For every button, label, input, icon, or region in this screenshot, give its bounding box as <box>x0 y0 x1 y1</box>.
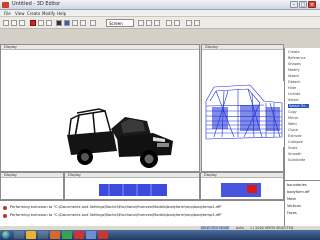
sidebar-item-smooth[interactable]: Smooth <box>288 152 302 156</box>
object-item[interactable]: bodyform.dff <box>287 190 310 194</box>
new-file-icon[interactable] <box>3 20 9 26</box>
viewport-main[interactable]: Display <box>0 44 200 172</box>
sidebar-item-select[interactable]: Select <box>288 98 299 102</box>
percent-snap-icon[interactable] <box>154 20 160 26</box>
redo-icon[interactable] <box>46 20 52 26</box>
taskbar-app-icon[interactable] <box>86 231 96 239</box>
sidebar-item-weld[interactable]: Weld <box>288 122 297 126</box>
viewport-bottom-mid-header: Display <box>65 173 199 178</box>
console-line: Performing extrusion to "C:\Documents an… <box>10 205 223 209</box>
sidebar-item-clone[interactable]: Clone <box>288 128 298 132</box>
perspective-wireframe <box>221 183 261 197</box>
viewport-right[interactable]: Display <box>201 44 284 172</box>
save-icon[interactable] <box>19 20 25 26</box>
sidebar-item-copy[interactable]: Copy <box>288 110 297 114</box>
maximize-button[interactable]: □ <box>299 1 307 8</box>
toolbar: Screen <box>0 17 320 29</box>
top-view-wireframe <box>99 184 167 196</box>
taskbar-app-icon[interactable] <box>74 231 84 239</box>
sidebar-item-reference[interactable]: Reference <box>288 56 306 60</box>
viewport-right-header: Display <box>202 45 283 50</box>
angle-snap-icon[interactable] <box>146 20 152 26</box>
sidebar-item-unhide[interactable]: Unhide <box>288 92 300 96</box>
warning-icon <box>3 206 7 210</box>
object-item[interactable]: Mesh <box>287 197 296 201</box>
viewport-top-header: Display <box>1 173 63 178</box>
coordinate-combo[interactable]: Screen <box>106 19 134 27</box>
object-list-panel: boundaries bodyform.dff Mesh Vertices Fa… <box>284 180 320 226</box>
align-icon[interactable] <box>174 20 180 26</box>
wireframe-render <box>204 81 284 147</box>
minimize-button[interactable]: – <box>290 1 298 8</box>
sidebar-item-detach[interactable]: Detach <box>288 80 301 84</box>
taskbar-app-icon[interactable] <box>98 231 108 239</box>
menu-bar: File View Create Modify Help <box>0 10 320 17</box>
viewport-bottom-mid[interactable]: Display <box>64 172 200 200</box>
sidebar-item-modify[interactable]: Modify <box>288 68 300 72</box>
taskbar-app-icon[interactable] <box>26 231 36 239</box>
sidebar-item-attach[interactable]: Attach <box>288 74 299 78</box>
record-icon[interactable] <box>30 20 36 26</box>
object-item[interactable]: Faces <box>287 211 297 215</box>
taskbar <box>0 230 320 240</box>
undo-icon[interactable] <box>38 20 44 26</box>
sidebar-item-extrude[interactable]: Extrude <box>288 134 302 138</box>
sidebar-item-shapes[interactable]: Shapes <box>288 62 301 66</box>
taskbar-app-icon[interactable] <box>62 231 72 239</box>
sidebar-item-create[interactable]: Create <box>288 50 300 54</box>
sidebar-item-select-tri[interactable]: Select Tri... <box>288 104 310 108</box>
move-icon[interactable] <box>64 20 70 26</box>
sidebar-item-scale[interactable]: Scale <box>288 146 297 150</box>
material-icon[interactable] <box>186 20 192 26</box>
viewport-perspective[interactable]: Display <box>200 172 284 200</box>
taskbar-app-icon[interactable] <box>14 231 24 239</box>
object-item[interactable]: boundaries <box>287 183 307 187</box>
close-button[interactable]: × <box>308 1 316 8</box>
window-title: Untitled - 3D Editor <box>12 1 61 7</box>
rotate-icon[interactable] <box>72 20 78 26</box>
sidebar-item-subdivide[interactable]: Subdivide <box>288 158 305 162</box>
select-icon[interactable] <box>56 20 62 26</box>
menu-file[interactable]: File <box>4 10 11 17</box>
snap-icon[interactable] <box>138 20 144 26</box>
menu-view[interactable]: View <box>15 10 25 17</box>
link-icon[interactable] <box>90 20 96 26</box>
menu-modify[interactable]: Modify <box>42 10 55 17</box>
title-bar: Untitled - 3D Editor – □ × <box>0 0 320 10</box>
open-file-icon[interactable] <box>11 20 17 26</box>
taskbar-app-icon[interactable] <box>38 231 48 239</box>
taskbar-app-icon[interactable] <box>50 231 60 239</box>
app-icon <box>2 2 9 8</box>
menu-help[interactable]: Help <box>57 10 66 17</box>
render-icon[interactable] <box>194 20 200 26</box>
viewport-top[interactable]: Display <box>0 172 64 200</box>
sidebar-item-hide[interactable]: Hide <box>288 86 296 90</box>
sidebar-item-mirror[interactable]: Mirror <box>288 116 298 120</box>
menu-create[interactable]: Create <box>27 10 40 17</box>
truck-render <box>67 108 173 168</box>
warning-icon <box>3 214 7 218</box>
viewport-main-header: Display <box>1 45 199 50</box>
console-line: Performing extrusion to "C:\Documents an… <box>10 213 223 217</box>
object-item[interactable]: Vertices <box>287 204 301 208</box>
sidebar-item-collapse[interactable]: Collapse <box>288 140 303 144</box>
console-log: Performing extrusion to "C:\Documents an… <box>0 200 284 226</box>
modifier-sidebar: Create Reference Shapes Modify Attach De… <box>284 48 320 180</box>
scale-icon[interactable] <box>80 20 86 26</box>
mirror-icon[interactable] <box>166 20 172 26</box>
viewport-perspective-header: Display <box>201 173 283 178</box>
start-button-icon[interactable] <box>2 231 10 239</box>
